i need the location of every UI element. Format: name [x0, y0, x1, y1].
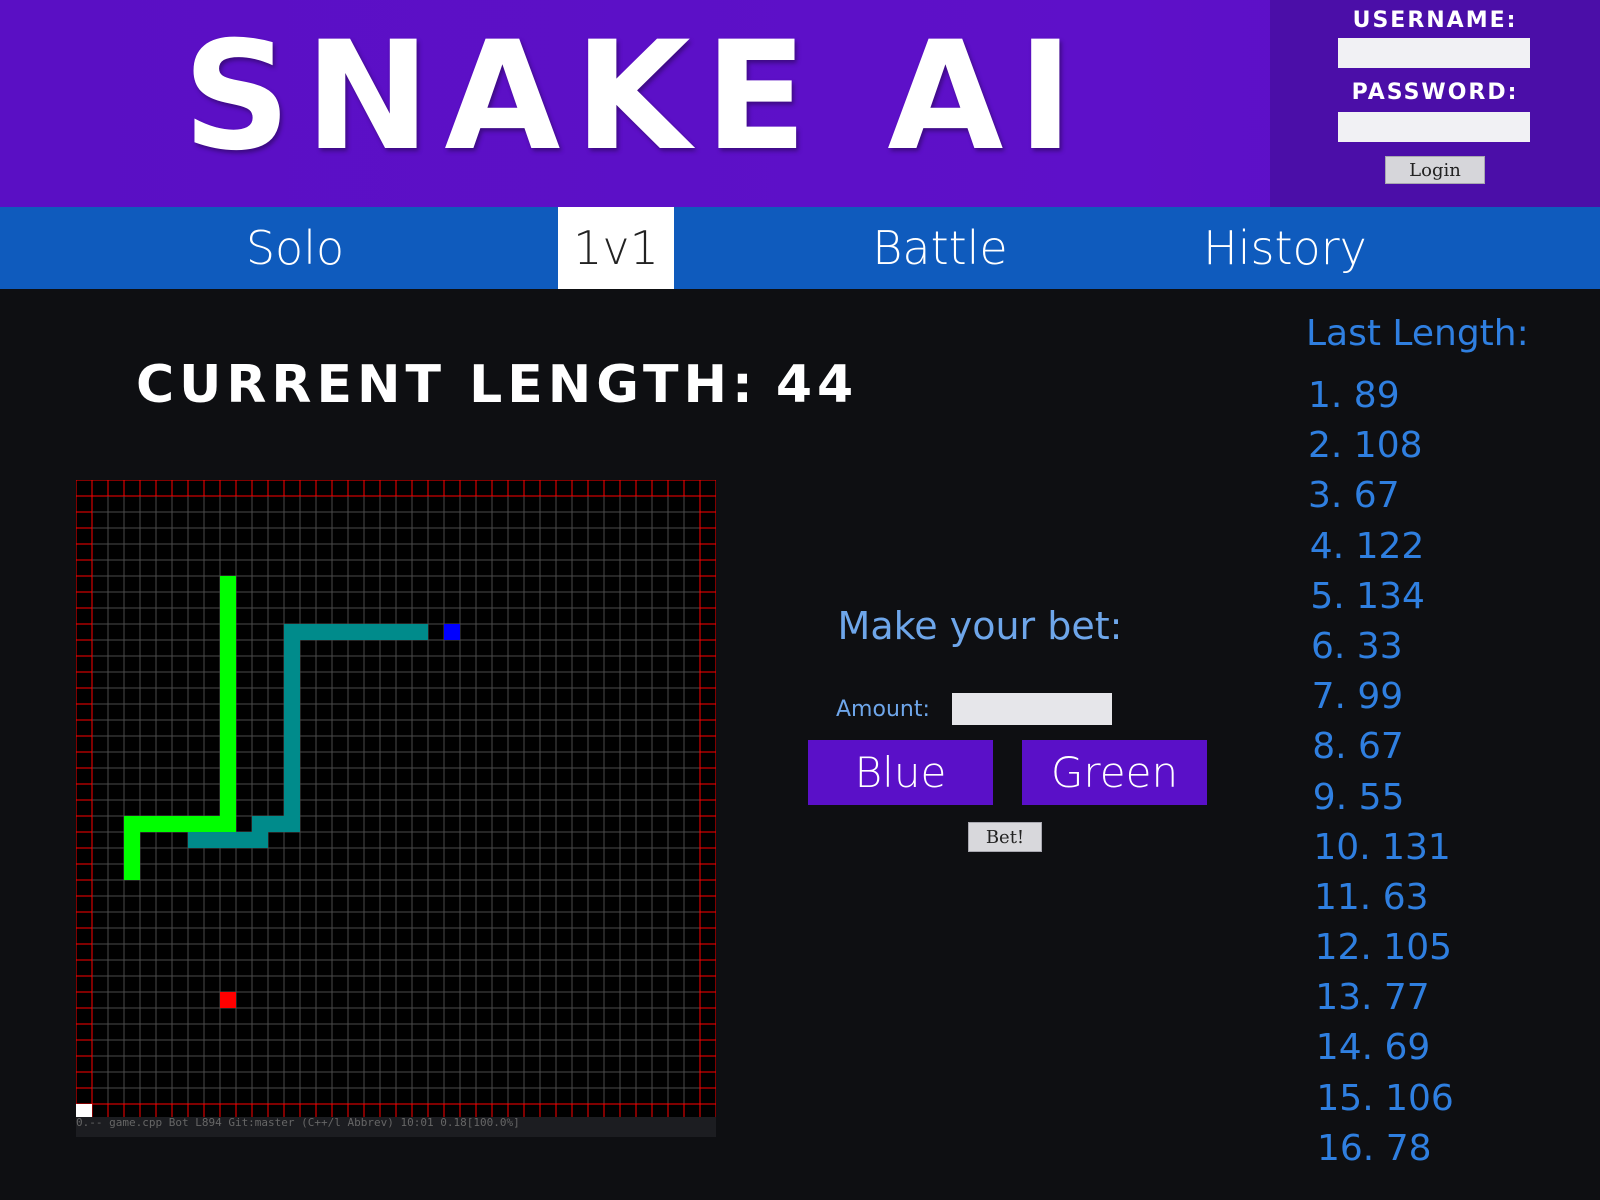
history-entry: 11. 63: [1314, 876, 1429, 918]
teal-snake-segment: [284, 624, 300, 640]
green-snake-segment: [220, 768, 236, 784]
history-entry: 10. 131: [1313, 826, 1451, 868]
teal-snake-segment: [284, 704, 300, 720]
teal-snake-segment: [284, 736, 300, 752]
username-input[interactable]: [1338, 38, 1530, 68]
green-snake-segment: [220, 704, 236, 720]
green-snake-segment: [124, 816, 140, 832]
current-length-label: CURRENT LENGTH:: [136, 355, 758, 415]
food-cell: [220, 992, 236, 1008]
history-entry: 5. 134: [1310, 575, 1425, 617]
green-snake-segment: [220, 640, 236, 656]
green-snake-segment: [220, 752, 236, 768]
green-snake-segment: [140, 816, 156, 832]
tab-history[interactable]: History: [1160, 207, 1410, 289]
green-snake-segment: [124, 864, 140, 880]
teal-snake-segment: [204, 832, 220, 848]
teal-snake-segment: [284, 640, 300, 656]
history-entry: 4. 122: [1309, 525, 1425, 567]
login-panel: USERNAME: PASSWORD: Login: [1270, 0, 1600, 207]
history-entry: 1. 89: [1308, 375, 1400, 416]
green-snake-segment: [220, 720, 236, 736]
history-entry: 13. 77: [1315, 977, 1430, 1019]
history-list: 1. 89 2. 108 3. 67 4. 122 5. 134 6. 33 7. 99 8.…: [1308, 374, 1588, 1177]
teal-snake-segment: [284, 816, 300, 832]
history-entry: 12. 105: [1314, 927, 1453, 969]
green-snake-segment: [220, 592, 236, 608]
header: SNAKE AI USERNAME: PASSWORD: Login: [0, 0, 1600, 207]
green-snake-segment: [220, 672, 236, 688]
green-snake-segment: [220, 688, 236, 704]
green-snake-segment: [220, 656, 236, 672]
game-board: [75, 479, 717, 1140]
bet-submit-button[interactable]: Bet!: [968, 822, 1042, 852]
teal-snake-segment: [300, 624, 316, 640]
bet-green-button[interactable]: Green: [1022, 740, 1207, 805]
app-title: SNAKE AI: [182, 10, 1088, 184]
teal-snake-segment: [348, 624, 364, 640]
green-snake-segment: [188, 816, 204, 832]
tab-1v1[interactable]: 1v1: [558, 207, 674, 289]
amount-label: Amount:: [836, 697, 930, 722]
teal-snake-segment: [380, 624, 396, 640]
teal-snake-segment: [236, 832, 252, 848]
history-entry: 7. 99: [1311, 676, 1404, 718]
bet-title: Make your bet:: [837, 604, 1123, 648]
current-length: CURRENT LENGTH: 44: [136, 355, 858, 415]
history-entry: 14. 69: [1315, 1027, 1431, 1069]
teal-snake-segment: [268, 816, 284, 832]
history-entry: 3. 67: [1308, 475, 1400, 517]
green-snake-segment: [220, 816, 236, 832]
teal-snake-segment: [284, 752, 300, 768]
food-cell: [444, 624, 460, 640]
teal-snake-segment: [252, 816, 268, 832]
amount-input[interactable]: [952, 693, 1112, 725]
history-title: Last Length:: [1306, 313, 1529, 354]
current-length-value: 44: [775, 355, 859, 415]
history-entry: 2. 108: [1308, 425, 1423, 467]
password-label: PASSWORD:: [1351, 80, 1519, 105]
green-snake-segment: [220, 800, 236, 816]
teal-snake-segment: [284, 768, 300, 784]
teal-snake-segment: [284, 656, 300, 672]
login-button[interactable]: Login: [1385, 156, 1485, 184]
tab-battle[interactable]: Battle: [820, 207, 1060, 289]
board-status-line: 0.-- game.cpp Bot L894 Git:master (C++/l…: [76, 1117, 716, 1137]
teal-snake-segment: [188, 832, 204, 848]
teal-snake-segment: [332, 624, 348, 640]
teal-snake-segment: [284, 800, 300, 816]
green-snake-segment: [220, 608, 236, 624]
password-input[interactable]: [1338, 112, 1530, 142]
green-snake-segment: [204, 816, 220, 832]
username-label: USERNAME:: [1352, 8, 1518, 33]
teal-snake-segment: [252, 832, 268, 848]
green-snake-segment: [172, 816, 188, 832]
teal-snake-segment: [396, 624, 412, 640]
green-snake-segment: [220, 736, 236, 752]
green-snake-segment: [220, 624, 236, 640]
history-entry: 8. 67: [1312, 726, 1404, 768]
teal-snake-segment: [316, 624, 332, 640]
teal-snake-segment: [412, 624, 428, 640]
history-entry: 9. 55: [1312, 776, 1405, 818]
green-snake-segment: [124, 848, 140, 864]
teal-snake-segment: [220, 832, 236, 848]
game-board-svg: [75, 479, 717, 1121]
green-snake-segment: [220, 576, 236, 592]
history-entry: 6. 33: [1311, 625, 1403, 667]
history-entry: 15. 106: [1316, 1077, 1454, 1119]
nav-bar: Solo 1v1 Battle History: [0, 207, 1600, 289]
history-entry: 16. 78: [1317, 1127, 1432, 1169]
green-snake-segment: [220, 784, 236, 800]
teal-snake-segment: [364, 624, 380, 640]
green-snake-segment: [156, 816, 172, 832]
teal-snake-segment: [284, 784, 300, 800]
bet-blue-button[interactable]: Blue: [808, 740, 993, 805]
tab-solo[interactable]: Solo: [170, 207, 420, 289]
teal-snake-segment: [284, 688, 300, 704]
green-snake-segment: [124, 832, 140, 848]
teal-snake-segment: [284, 720, 300, 736]
teal-snake-segment: [284, 672, 300, 688]
